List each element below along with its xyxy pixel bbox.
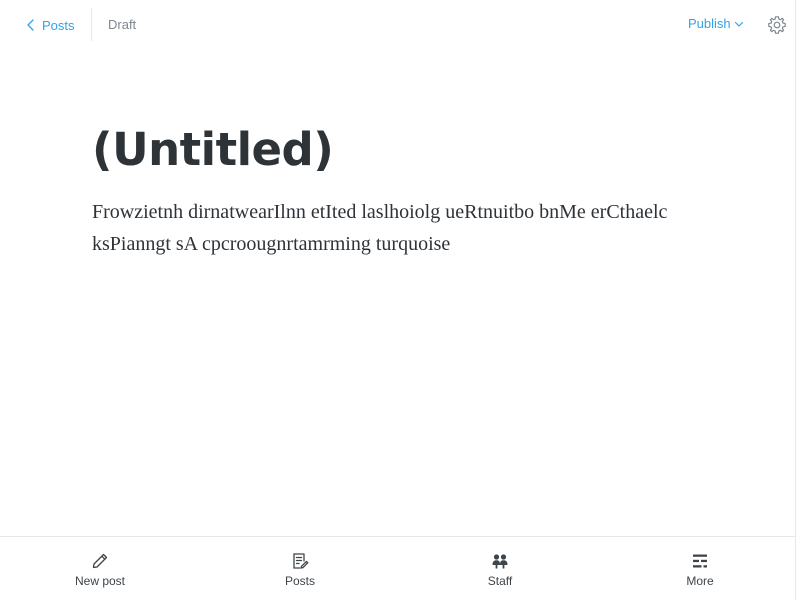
bottom-navigation: New post Posts Staff More [0,536,795,600]
scrollbar-gutter[interactable] [796,0,800,600]
header-divider [91,8,92,41]
staff-icon [492,554,508,569]
back-link-label: Posts [42,17,75,33]
pencil-icon [92,553,108,569]
post-status: Draft [108,17,137,32]
publish-menu-button[interactable]: Publish [688,16,744,31]
nav-posts-label: Posts [284,574,315,588]
post-editor-app: Posts Draft Publish (Untitled) Frowzietn… [0,0,800,600]
nav-staff[interactable]: Staff [400,537,600,600]
more-icon [693,554,707,568]
nav-posts[interactable]: Posts [200,537,400,600]
nav-staff-label: Staff [487,574,513,588]
back-to-posts-link[interactable]: Posts [24,14,75,36]
posts-icon [293,553,309,569]
nav-new-post-label: New post [74,574,126,588]
post-title[interactable]: (Untitled) [92,122,334,178]
publish-label: Publish [688,16,731,31]
nav-more[interactable]: More [600,537,800,600]
nav-more-label: More [686,574,714,588]
chevron-left-icon [27,19,34,31]
nav-new-post[interactable]: New post [0,537,200,600]
post-body[interactable]: Frowzietnh dirnatwearIlnn etIted laslhoi… [92,196,692,260]
settings-gear-icon[interactable] [767,15,787,35]
editor-header: Posts Draft Publish [0,0,795,50]
chevron-down-icon [734,21,743,27]
